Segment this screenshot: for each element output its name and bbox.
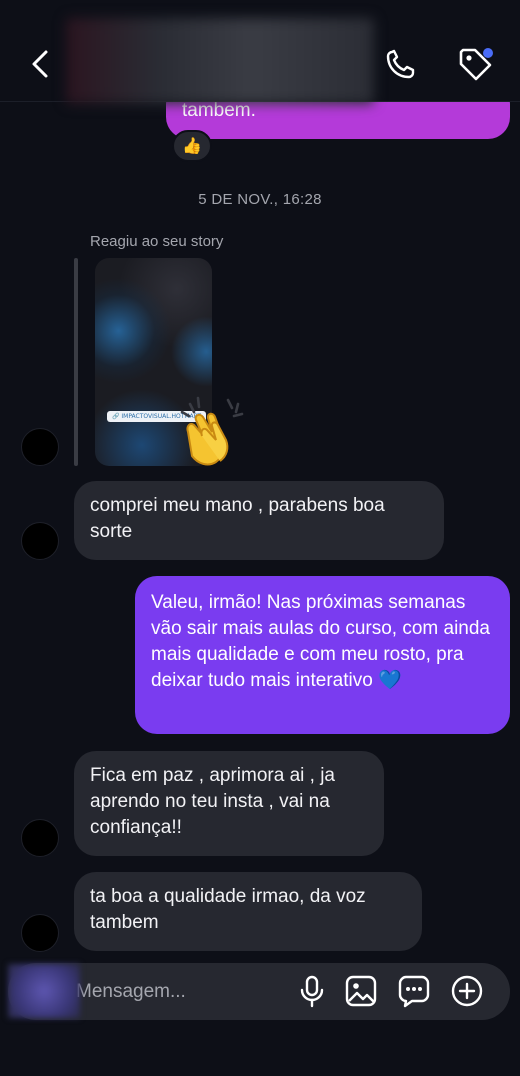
sticker-button[interactable] (396, 972, 432, 1010)
notification-badge (483, 48, 493, 58)
contact-avatar[interactable] (21, 522, 59, 560)
microphone-button[interactable] (294, 972, 330, 1010)
plus-icon (451, 975, 483, 1007)
incoming-message[interactable]: Fica em paz , aprimora ai , ja aprendo n… (74, 751, 384, 856)
microphone-icon (300, 975, 324, 1008)
clapping-hands-icon (180, 396, 244, 466)
add-button[interactable] (449, 972, 485, 1010)
gallery-button[interactable] (343, 972, 379, 1010)
phone-icon (386, 49, 415, 79)
contact-avatar[interactable] (21, 819, 59, 857)
message-reaction[interactable]: 👍 (172, 130, 212, 162)
message-text: ta boa a qualidade irmao, da voz tambem (90, 886, 366, 933)
story-reply-label: Reagiu ao seu story (90, 233, 224, 250)
message-text: comprei meu mano , parabens boa sorte (90, 495, 385, 542)
call-button[interactable] (384, 46, 418, 82)
tag-button[interactable] (456, 44, 496, 84)
contact-avatar[interactable] (21, 914, 59, 952)
message-input[interactable] (76, 978, 286, 1006)
reply-indicator-line (74, 258, 78, 466)
contact-avatar[interactable] (21, 428, 59, 466)
sticker-icon (398, 975, 430, 1008)
image-icon (345, 975, 377, 1007)
camera-button-blurred[interactable] (8, 964, 80, 1018)
back-button[interactable] (24, 44, 60, 84)
chat-header (0, 0, 520, 104)
contact-info-blurred[interactable] (66, 18, 374, 104)
incoming-message[interactable]: comprei meu mano , parabens boa sorte (74, 481, 444, 560)
message-text: Fica em paz , aprimora ai , ja aprendo n… (90, 765, 335, 838)
message-text: Valeu, irmão! Nas próximas semanas vão s… (151, 592, 490, 691)
chevron-left-icon (32, 50, 48, 78)
incoming-message[interactable]: ta boa a qualidade irmao, da voz tambem (74, 872, 422, 951)
conversation-timestamp: 5 DE NOV., 16:28 (198, 191, 322, 208)
outgoing-message[interactable]: Valeu, irmão! Nas próximas semanas vão s… (135, 576, 510, 734)
